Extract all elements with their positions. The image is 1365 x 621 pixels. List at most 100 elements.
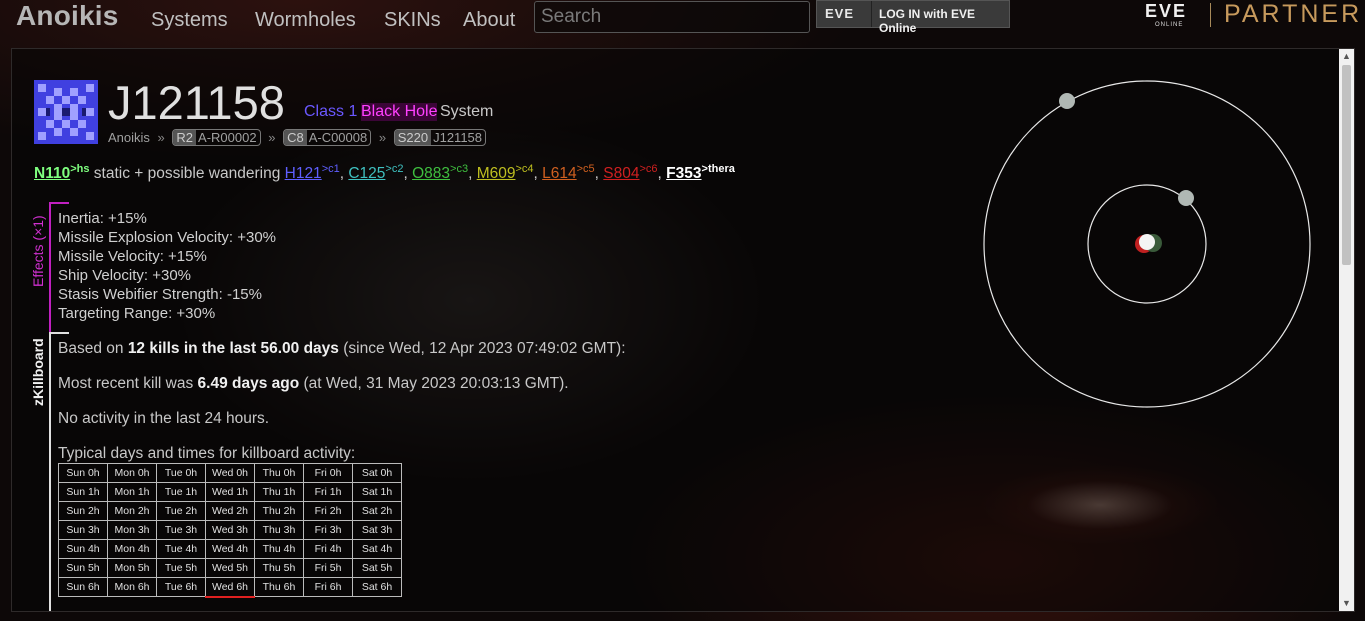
activity-cell: Thu 0h xyxy=(254,463,304,483)
activity-cell: Sat 4h xyxy=(352,539,402,559)
zkillboard-label[interactable]: zKillboard xyxy=(30,338,46,406)
activity-cell: Wed 1h xyxy=(205,482,255,502)
list-separator: , xyxy=(657,165,667,183)
activity-cell: Fri 0h xyxy=(303,463,353,483)
login-divider xyxy=(871,1,872,27)
wandering-wormhole-link[interactable]: H121 xyxy=(285,165,322,182)
system-orbit-map xyxy=(983,80,1311,408)
effect-item: Missile Explosion Velocity: +30% xyxy=(58,229,277,246)
top-nav: Anoikis Systems Wormholes SKINs About EV… xyxy=(0,0,1365,38)
activity-cell: Sat 0h xyxy=(352,463,402,483)
effects-list: Inertia: +15% Missile Explosion Velocity… xyxy=(58,209,276,323)
activity-cell: Mon 1h xyxy=(107,482,157,502)
activity-cell: Sat 1h xyxy=(352,482,402,502)
login-label: LOG IN with EVE Online xyxy=(879,7,976,35)
activity-cell: Tue 2h xyxy=(156,501,206,521)
activity-cell: Fri 5h xyxy=(303,558,353,578)
activity-cell: Fri 4h xyxy=(303,539,353,559)
activity-table: Sun 0h Mon 0h Tue 0h Wed 0h Thu 0h Fri 0h Sat … xyxy=(58,463,402,598)
list-separator: , xyxy=(403,165,413,183)
star-center[interactable] xyxy=(1139,234,1155,250)
activity-cell: Tue 3h xyxy=(156,520,206,540)
breadcrumb-region[interactable]: R2 A-R00002 xyxy=(172,129,261,146)
wandering-wormhole-link[interactable]: S804 xyxy=(603,165,639,182)
effect-item: Ship Velocity: +30% xyxy=(58,267,192,284)
table-row: Sun 0h Mon 0h Tue 0h Wed 0h Thu 0h Fri 0h Sat … xyxy=(58,463,402,483)
eve-online-logo: EVE xyxy=(1145,1,1188,21)
static-wormhole-link[interactable]: N110 xyxy=(34,165,70,182)
nav-systems[interactable]: Systems xyxy=(151,9,228,32)
list-separator: , xyxy=(533,165,543,183)
statics-middle-text: static + possible wandering xyxy=(89,165,285,183)
list-separator: , xyxy=(468,165,477,183)
effect-item: Targeting Range: +30% xyxy=(58,305,216,322)
activity-cell: Wed 6h xyxy=(205,577,255,598)
activity-cell: Fri 1h xyxy=(303,482,353,502)
activity-cell: Sun 3h xyxy=(58,520,108,540)
activity-cell: Tue 1h xyxy=(156,482,206,502)
breadcrumb-separator: » xyxy=(378,130,387,145)
activity-cell: Sat 5h xyxy=(352,558,402,578)
scroll-up-icon[interactable]: ▲ xyxy=(1342,51,1351,61)
table-row: Sun 4h Mon 4h Tue 4h Wed 4h Thu 4h Fri 4h Sat … xyxy=(58,539,402,559)
activity-cell: Thu 6h xyxy=(254,577,304,597)
breadcrumb-system[interactable]: S220 J121158 xyxy=(393,129,487,146)
nav-about[interactable]: About xyxy=(463,9,515,32)
activity-cell: Fri 2h xyxy=(303,501,353,521)
table-row: Sun 3h Mon 3h Tue 3h Wed 3h Thu 3h Fri 3h Sat … xyxy=(58,520,402,540)
inner-planet[interactable] xyxy=(1178,190,1194,206)
nav-skins[interactable]: SKINs xyxy=(384,9,441,32)
wandering-wormhole-link[interactable]: O883 xyxy=(412,165,450,182)
activity-cell: Sun 1h xyxy=(58,482,108,502)
breadcrumb-separator: » xyxy=(157,130,165,145)
vertical-scrollbar[interactable]: ▲ ▼ xyxy=(1339,49,1354,611)
wandering-destination: >c2 xyxy=(385,163,404,175)
search-input[interactable] xyxy=(534,1,810,33)
wandering-wormhole-link[interactable]: M609 xyxy=(477,165,516,182)
eve-logo-icon: EVE xyxy=(825,6,855,21)
effect-item: Inertia: +15% xyxy=(58,210,147,227)
list-separator: , xyxy=(594,165,604,183)
partner-divider xyxy=(1210,3,1211,27)
activity-cell: Thu 5h xyxy=(254,558,304,578)
outer-planet[interactable] xyxy=(1059,93,1075,109)
constellation-name: A-C00008 xyxy=(308,130,368,145)
activity-cell: Mon 6h xyxy=(107,577,157,597)
activity-cell: Mon 4h xyxy=(107,539,157,559)
eve-login-button[interactable]: EVE LOG IN with EVE Online xyxy=(816,0,1010,35)
activity-cell: Sun 2h xyxy=(58,501,108,521)
activity-cell: Wed 2h xyxy=(205,501,255,521)
scroll-down-icon[interactable]: ▼ xyxy=(1342,598,1351,608)
system-tag: S220 xyxy=(394,130,432,145)
activity-cell: Wed 5h xyxy=(205,558,255,578)
table-row: Sun 5h Mon 5h Tue 5h Wed 5h Thu 5h Fri 5h Sat … xyxy=(58,558,402,578)
effect-item: Missile Velocity: +15% xyxy=(58,248,207,265)
activity-cell: Wed 3h xyxy=(205,520,255,540)
system-crumb-name: J121158 xyxy=(433,130,483,145)
system-effect[interactable]: Black Hole xyxy=(361,103,438,121)
activity-cell: Thu 3h xyxy=(254,520,304,540)
wandering-destination: >thera xyxy=(701,163,735,175)
activity-cell: Fri 3h xyxy=(303,520,353,540)
statics-line: N110>hs static + possible wandering H121… xyxy=(34,163,735,183)
system-panel: J121158 Class 1 Black Hole System Anoiki… xyxy=(11,48,1355,612)
nav-wormholes[interactable]: Wormholes xyxy=(255,9,356,32)
breadcrumb-constellation[interactable]: C8 A-C00008 xyxy=(283,129,372,146)
system-class: Class 1 xyxy=(304,103,358,120)
table-row: Sun 2h Mon 2h Tue 2h Wed 2h Thu 2h Fri 2h Sat … xyxy=(58,501,402,521)
breadcrumb-root[interactable]: Anoikis xyxy=(108,130,150,145)
region-tag: R2 xyxy=(173,130,197,145)
wandering-wormhole-link[interactable]: F353 xyxy=(666,165,701,182)
static-destination: >hs xyxy=(70,163,90,175)
site-logo[interactable]: Anoikis xyxy=(16,0,119,32)
activity-cell: Wed 4h xyxy=(205,539,255,559)
activity-cell: Sun 6h xyxy=(58,577,108,597)
wandering-wormhole-link[interactable]: L614 xyxy=(542,165,576,182)
activity-cell: Tue 5h xyxy=(156,558,206,578)
activity-cell: Wed 0h xyxy=(205,463,255,483)
wandering-wormhole-link[interactable]: C125 xyxy=(348,165,385,182)
effect-item: Stasis Webifier Strength: -15% xyxy=(58,286,262,303)
activity-cell: Sat 3h xyxy=(352,520,402,540)
scroll-thumb[interactable] xyxy=(1342,65,1351,265)
activity-cell: Tue 6h xyxy=(156,577,206,597)
